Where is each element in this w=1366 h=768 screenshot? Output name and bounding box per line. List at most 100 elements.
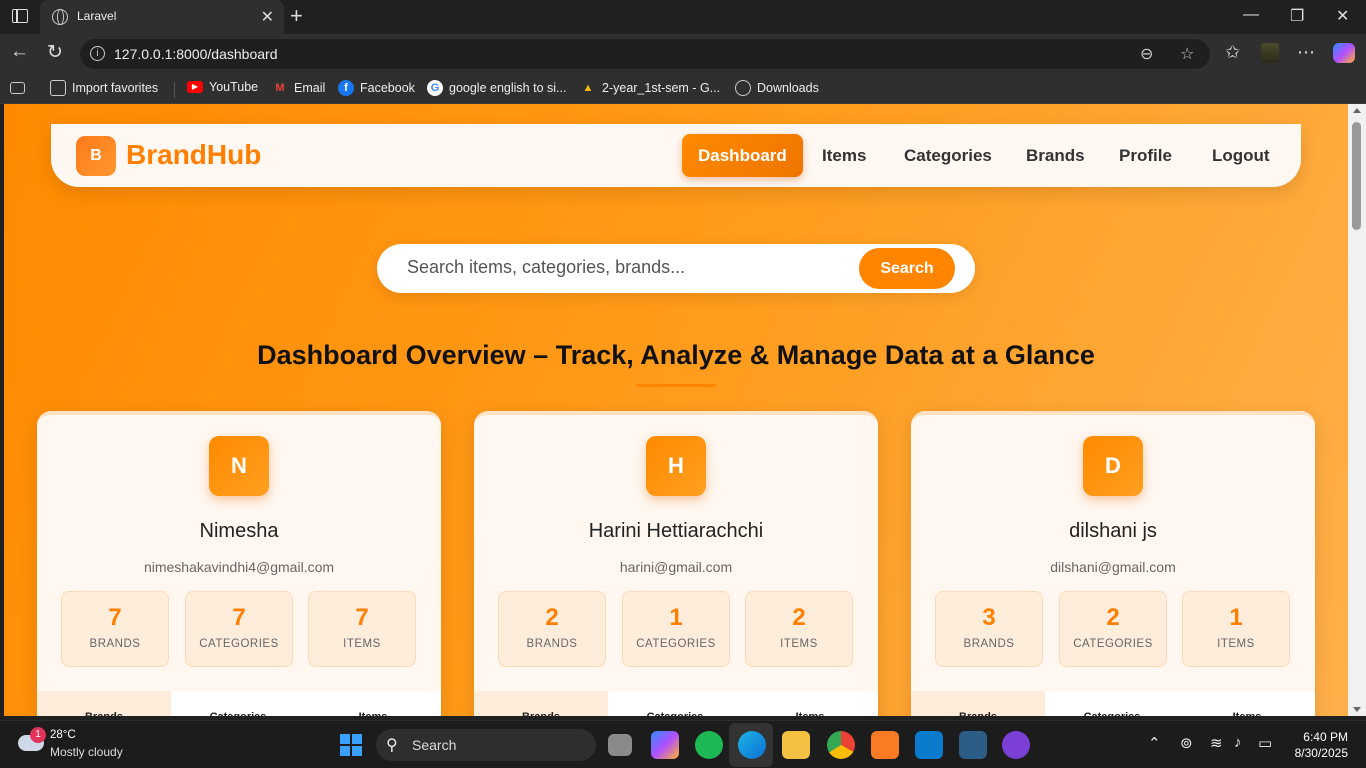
taskbar-search[interactable]: ⚲ Search: [376, 729, 596, 761]
refresh-icon[interactable]: ↻: [47, 41, 63, 64]
more-menu-icon[interactable]: ⋯: [1297, 42, 1315, 63]
stat-label: ITEMS: [343, 638, 381, 650]
scroll-thumb[interactable]: [1352, 122, 1361, 230]
xampp-icon[interactable]: [871, 731, 899, 759]
nav-logout[interactable]: Logout: [1196, 134, 1286, 177]
clock[interactable]: 6:40 PM 8/30/2025: [1286, 729, 1348, 761]
weather-description[interactable]: Mostly cloudy: [50, 745, 123, 759]
file-explorer-icon[interactable]: [782, 731, 810, 759]
nav-brands[interactable]: Brands: [1010, 134, 1101, 177]
tab-categories[interactable]: Categories: [608, 691, 742, 716]
search-button[interactable]: Search: [859, 248, 955, 289]
battery-icon[interactable]: ▭: [1258, 734, 1272, 752]
onedrive-icon[interactable]: ⊚: [1180, 734, 1193, 752]
stat-items: 7 ITEMS: [308, 591, 416, 667]
back-icon[interactable]: ←: [10, 41, 29, 63]
stat-label: BRANDS: [89, 638, 141, 650]
bookmark-facebook[interactable]: f Facebook: [338, 80, 415, 96]
favorite-star-icon[interactable]: ☆: [1180, 44, 1194, 64]
user-card: N Nimesha nimeshakavindhi4@gmail.com 7 B…: [37, 411, 441, 716]
edge-icon[interactable]: [738, 731, 766, 759]
tab-items[interactable]: Items: [305, 691, 441, 716]
bookmark-drive[interactable]: ▲ 2-year_1st-sem - G...: [580, 80, 721, 96]
stat-value: 2: [1106, 604, 1120, 631]
reading-list-icon[interactable]: [10, 80, 25, 94]
user-name: dilshani js: [1069, 520, 1157, 542]
favorites-icon[interactable]: ✩: [1225, 42, 1240, 63]
wifi-icon[interactable]: ≋: [1210, 734, 1223, 752]
page-scrollbar[interactable]: [1348, 104, 1366, 716]
spotify-icon[interactable]: [695, 731, 723, 759]
sidebar-toggle-icon[interactable]: [12, 9, 28, 23]
bookmarks-divider: [174, 82, 175, 98]
import-icon: [50, 80, 66, 96]
copilot-icon[interactable]: [1333, 43, 1355, 63]
stat-items: 1 ITEMS: [1182, 591, 1290, 667]
user-name: Harini Hettiarachchi: [588, 520, 764, 542]
youtube-icon: ▶: [187, 81, 203, 93]
task-view-icon[interactable]: [608, 734, 632, 756]
tab-brands[interactable]: Brands: [474, 691, 608, 716]
taskbar-search-label: Search: [412, 737, 457, 753]
stat-value: 2: [545, 604, 559, 631]
url-text[interactable]: 127.0.0.1:8000/dashboard: [114, 46, 277, 62]
browser-tab[interactable]: Laravel ✕: [40, 0, 284, 34]
tab-brands[interactable]: Brands: [911, 691, 1045, 716]
scroll-down-icon[interactable]: [1353, 707, 1361, 712]
notification-badge: 1: [30, 727, 46, 743]
stat-items: 2 ITEMS: [745, 591, 853, 667]
mysql-workbench-icon[interactable]: [959, 731, 987, 759]
bookmark-downloads[interactable]: Downloads: [735, 80, 819, 96]
site-info-icon[interactable]: i: [90, 46, 105, 61]
chrome-icon[interactable]: [827, 731, 855, 759]
volume-icon[interactable]: ♪: [1234, 734, 1242, 751]
stat-value: 3: [982, 604, 996, 631]
bookmark-google-translate[interactable]: Ggoogle english to si...: [427, 80, 566, 96]
stat-value: 2: [792, 604, 806, 631]
vscode-icon[interactable]: [915, 731, 943, 759]
tray-overflow-icon[interactable]: ⌃: [1148, 734, 1161, 752]
tab-items[interactable]: Items: [742, 691, 878, 716]
close-tab-icon[interactable]: ✕: [261, 7, 274, 27]
bookmark-email[interactable]: M Email: [272, 80, 325, 96]
tab-categories[interactable]: Categories: [1045, 691, 1179, 716]
new-tab-icon[interactable]: +: [290, 3, 303, 29]
search-bar: Search: [377, 244, 975, 293]
copilot-app-icon[interactable]: [651, 731, 679, 759]
stat-brands: 2 BRANDS: [498, 591, 606, 667]
scroll-up-icon[interactable]: [1353, 108, 1361, 113]
tab-items[interactable]: Items: [1179, 691, 1315, 716]
extension-icon[interactable]: [1261, 43, 1279, 63]
tab-categories[interactable]: Categories: [171, 691, 305, 716]
stat-categories: 1 CATEGORIES: [622, 591, 730, 667]
stat-label: CATEGORIES: [1073, 638, 1153, 650]
stat-label: CATEGORIES: [636, 638, 716, 650]
stat-categories: 2 CATEGORIES: [1059, 591, 1167, 667]
facebook-icon: f: [338, 80, 354, 96]
page-viewport: B BrandHub Dashboard Items Categories Br…: [4, 104, 1348, 716]
nav-dashboard[interactable]: Dashboard: [682, 134, 803, 177]
reader-icon[interactable]: ⊖: [1140, 44, 1153, 64]
globe-icon: [735, 80, 751, 96]
google-icon: G: [427, 80, 443, 96]
bookmark-youtube[interactable]: ▶ YouTube: [187, 80, 258, 94]
github-desktop-icon[interactable]: [1002, 731, 1030, 759]
tab-brands[interactable]: Brands: [37, 691, 171, 716]
nav-items[interactable]: Items: [806, 134, 882, 177]
brand-name[interactable]: BrandHub: [126, 139, 261, 171]
search-input[interactable]: [407, 257, 847, 278]
nav-categories[interactable]: Categories: [888, 134, 1008, 177]
weather-temperature[interactable]: 28°C: [50, 729, 76, 741]
user-email: dilshani@gmail.com: [1050, 559, 1176, 575]
nav-profile[interactable]: Profile: [1103, 134, 1188, 177]
window-close-icon[interactable]: ✕: [1336, 6, 1349, 26]
search-icon: ⚲: [386, 737, 398, 754]
clock-time: 6:40 PM: [1303, 730, 1348, 744]
clock-date: 8/30/2025: [1294, 746, 1348, 760]
restore-icon[interactable]: ❐: [1290, 6, 1304, 26]
logo-icon[interactable]: B: [76, 136, 116, 176]
start-icon[interactable]: [340, 734, 362, 756]
minimize-icon[interactable]: —: [1243, 6, 1259, 24]
bookmark-import-favorites[interactable]: Import favorites: [50, 80, 158, 96]
address-bar[interactable]: i 127.0.0.1:8000/dashboard ⊖ ☆: [80, 39, 1210, 69]
